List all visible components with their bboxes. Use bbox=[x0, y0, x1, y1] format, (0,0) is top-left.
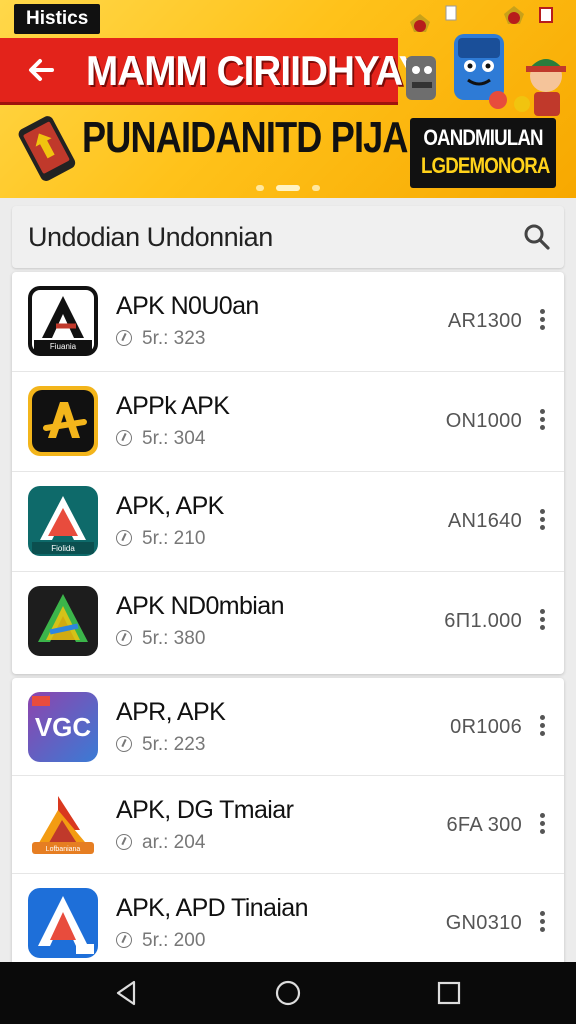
app-name: APPk APK bbox=[116, 392, 230, 420]
banner-headline: MAMM CIRIIDHYAY bbox=[86, 47, 425, 94]
app-meta-text: 5r.: 200 bbox=[142, 930, 206, 951]
app-icon: Fiolida bbox=[28, 486, 98, 556]
more-options-icon[interactable] bbox=[532, 406, 552, 436]
carousel-dot[interactable] bbox=[256, 185, 264, 191]
list-item[interactable]: VGC APR, APK 5r.: 223 0R1006 bbox=[12, 678, 564, 776]
app-meta-text: 5r.: 323 bbox=[142, 328, 206, 349]
version-icon bbox=[116, 630, 132, 646]
app-meta: 5r.: 304 bbox=[116, 428, 205, 450]
mascot-illustration-icon bbox=[398, 0, 576, 120]
list-item[interactable]: Lofbaniana APK, DG Tmaiar ar.: 204 6FA 3… bbox=[12, 776, 564, 874]
promo-badge[interactable]: OANDMIULAN LGDEMONORA bbox=[410, 118, 556, 188]
app-icon: VGC bbox=[28, 692, 98, 762]
home-icon[interactable] bbox=[273, 978, 303, 1008]
app-icon bbox=[28, 888, 98, 958]
app-meta-text: 5r.: 304 bbox=[142, 428, 206, 449]
app-size: AR1300 bbox=[447, 310, 522, 332]
back-icon[interactable] bbox=[112, 978, 142, 1008]
list-item[interactable]: Fiuania APK N0U0an 5r.: 323 AR1300 bbox=[12, 272, 564, 372]
carousel-dot[interactable] bbox=[312, 185, 320, 191]
app-meta: 5r.: 323 bbox=[116, 328, 205, 350]
more-options-icon[interactable] bbox=[532, 506, 552, 536]
version-icon bbox=[116, 834, 132, 850]
version-icon bbox=[116, 430, 132, 446]
back-arrow-icon[interactable] bbox=[22, 50, 62, 90]
app-icon: Fiuania bbox=[28, 286, 98, 356]
more-options-icon[interactable] bbox=[532, 306, 552, 336]
app-meta-text: 5r.: 380 bbox=[142, 628, 206, 649]
list-item[interactable]: APPk APK 5r.: 304 ON1000 bbox=[12, 372, 564, 472]
app-meta-text: 5r.: 210 bbox=[142, 528, 206, 549]
app-meta: 5r.: 223 bbox=[116, 734, 205, 756]
app-icon-caption: Lofbaniana bbox=[46, 846, 81, 853]
app-name: APK, APD Tinaian bbox=[116, 894, 309, 922]
search-icon[interactable] bbox=[522, 222, 552, 252]
app-name: APR, APK bbox=[116, 698, 226, 726]
app-meta: 5r.: 210 bbox=[116, 528, 205, 550]
app-meta: 5r.: 200 bbox=[116, 930, 205, 952]
app-size: 6Π1.000 bbox=[444, 610, 522, 632]
app-name: APK ND0mbian bbox=[116, 592, 284, 620]
app-icon-caption: Fiuania bbox=[50, 342, 77, 351]
search-bar[interactable]: Undodian Undonnian bbox=[12, 206, 564, 268]
list-item[interactable]: APK, APD Tinaian 5r.: 200 GN0310 bbox=[12, 874, 564, 968]
search-query[interactable]: Undodian Undonnian bbox=[28, 222, 273, 253]
app-icon-caption: Fiolida bbox=[51, 544, 75, 553]
app-icon: Lofbaniana bbox=[28, 790, 98, 860]
banner-tag: Histics bbox=[14, 4, 101, 34]
recents-icon[interactable] bbox=[434, 978, 464, 1008]
list-item[interactable]: Fiolida APK, APK 5r.: 210 AN1640 bbox=[12, 472, 564, 572]
version-icon bbox=[116, 530, 132, 546]
version-icon bbox=[116, 932, 132, 948]
promo-banner[interactable]: Histics MAMM CIRIIDHYAY PUNAIDANITD PIJA… bbox=[0, 0, 576, 198]
app-icon bbox=[28, 386, 98, 456]
app-meta-text: 5r.: 223 bbox=[142, 734, 206, 755]
more-options-icon[interactable] bbox=[532, 712, 552, 742]
app-name: APK, DG Tmaiar bbox=[116, 796, 294, 824]
version-icon bbox=[116, 330, 132, 346]
app-size: 0R1006 bbox=[450, 716, 522, 738]
app-icon-caption: VGC bbox=[35, 712, 92, 742]
app-list-card: Fiuania APK N0U0an 5r.: 323 AR1300 APPk … bbox=[12, 272, 564, 674]
app-name: APK N0U0an bbox=[116, 292, 259, 320]
carousel-indicator[interactable] bbox=[250, 183, 330, 193]
version-icon bbox=[116, 736, 132, 752]
app-meta: 5r.: 380 bbox=[116, 628, 205, 650]
more-options-icon[interactable] bbox=[532, 908, 552, 938]
promo-line-2: LGDEMONORA bbox=[420, 153, 550, 178]
app-meta: ar.: 204 bbox=[116, 832, 205, 854]
system-nav-bar bbox=[0, 962, 576, 1024]
app-size: ON1000 bbox=[445, 410, 522, 432]
app-meta-text: ar.: 204 bbox=[142, 832, 206, 853]
list-item[interactable]: APK ND0mbian 5r.: 380 6Π1.000 bbox=[12, 572, 564, 672]
app-size: GN0310 bbox=[445, 912, 522, 934]
carousel-dot-active[interactable] bbox=[276, 185, 300, 191]
more-options-icon[interactable] bbox=[532, 810, 552, 840]
app-name: APK, APK bbox=[116, 492, 224, 520]
app-list-card: VGC APR, APK 5r.: 223 0R1006 Lofbaniana … bbox=[12, 678, 564, 968]
app-icon bbox=[28, 586, 98, 656]
app-size: AN1640 bbox=[447, 510, 522, 532]
promo-line-1: OANDMIULAN bbox=[423, 125, 543, 150]
app-size: 6FA 300 bbox=[446, 814, 522, 836]
more-options-icon[interactable] bbox=[532, 606, 552, 636]
banner-subline: PUNAIDANITD PIJAI bbox=[82, 113, 418, 162]
phone-emblem-icon bbox=[14, 112, 78, 186]
